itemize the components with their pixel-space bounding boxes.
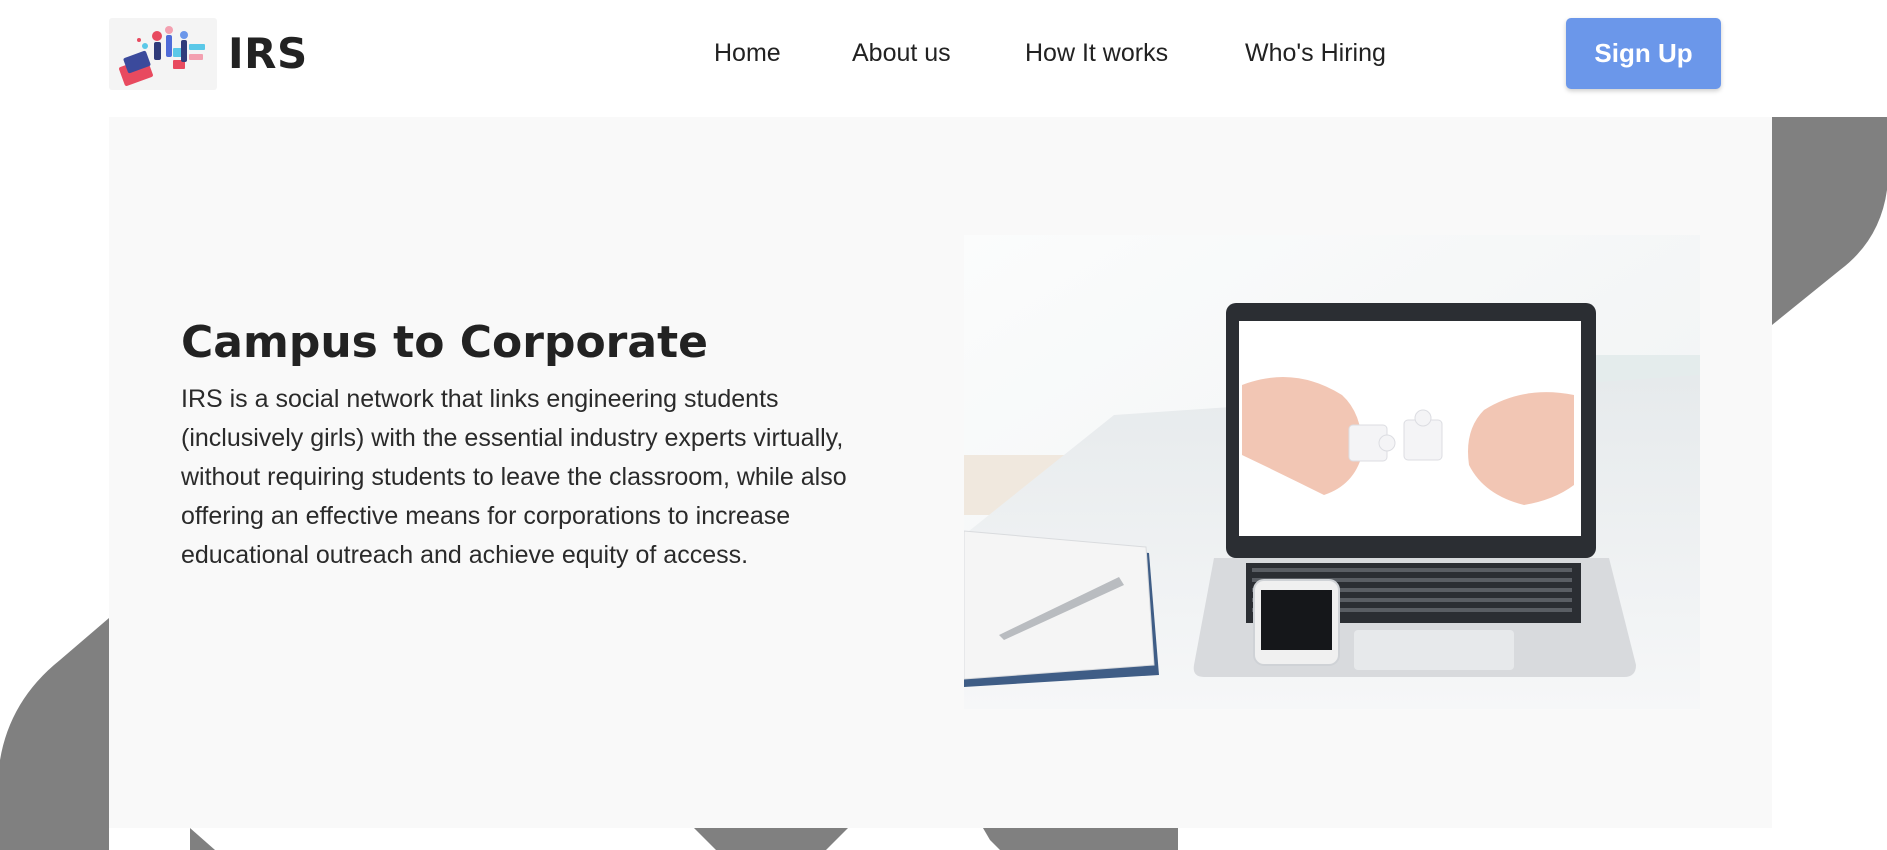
decor-shape-bottom-2 xyxy=(694,828,848,850)
nav-home[interactable]: Home xyxy=(714,30,781,76)
hero-section: Campus to Corporate IRS is a social netw… xyxy=(109,117,1772,828)
decor-shape-bottom-1 xyxy=(190,828,215,850)
decor-shape-left xyxy=(0,618,109,850)
brand-name[interactable]: IRS xyxy=(228,26,308,82)
laptop-puzzle-illustration xyxy=(964,235,1700,709)
sign-up-button[interactable]: Sign Up xyxy=(1566,18,1721,89)
decor-shape-bottom-3 xyxy=(983,828,1178,850)
hero-image xyxy=(964,235,1700,709)
logo-illustration-icon xyxy=(119,26,205,86)
nav-whos-hiring[interactable]: Who's Hiring xyxy=(1245,30,1386,76)
decor-shape-top-right xyxy=(1772,117,1887,325)
logo[interactable] xyxy=(109,18,217,90)
hero-description: IRS is a social network that links engin… xyxy=(181,385,847,569)
page: IRS Home About us How It works Who's Hir… xyxy=(0,0,1887,850)
nav-how-it-works[interactable]: How It works xyxy=(1025,30,1168,76)
nav-about-us[interactable]: About us xyxy=(852,30,951,76)
site-header: IRS Home About us How It works Who's Hir… xyxy=(0,0,1887,117)
hero-title: Campus to Corporate xyxy=(181,317,708,368)
